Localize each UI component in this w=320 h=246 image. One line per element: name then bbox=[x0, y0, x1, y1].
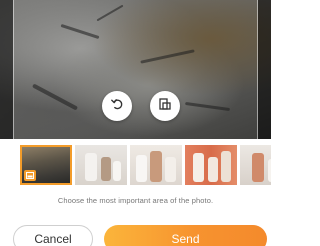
thumbnail-strip[interactable] bbox=[20, 145, 271, 185]
aspect-ratio-button[interactable] bbox=[150, 91, 180, 121]
photo-crop-area[interactable] bbox=[0, 0, 271, 139]
cancel-button[interactable]: Cancel bbox=[13, 225, 93, 246]
rotate-left-icon bbox=[110, 97, 124, 116]
crop-shade-left bbox=[0, 0, 13, 139]
thumbnail-rock-landscape[interactable] bbox=[20, 145, 72, 185]
person-figure bbox=[101, 157, 111, 181]
screen: Choose the most important area of the ph… bbox=[0, 0, 271, 246]
person-figure bbox=[193, 153, 204, 182]
send-button[interactable]: Send bbox=[104, 225, 267, 246]
aspect-ratio-icon bbox=[158, 97, 172, 116]
thumbnail-people-photo-4[interactable] bbox=[240, 145, 271, 185]
person-figure bbox=[208, 157, 218, 182]
thumbnail-people-photo-1[interactable] bbox=[75, 145, 127, 185]
person-figure bbox=[268, 159, 271, 182]
rotate-button[interactable] bbox=[102, 91, 132, 121]
person-figure bbox=[165, 157, 176, 182]
person-figure bbox=[221, 151, 231, 182]
person-figure bbox=[85, 153, 97, 181]
thumbnail-people-photo-3[interactable] bbox=[185, 145, 237, 185]
person-figure bbox=[136, 155, 147, 182]
image-badge-icon bbox=[24, 170, 36, 181]
person-figure bbox=[252, 153, 264, 182]
crop-frame[interactable] bbox=[13, 0, 258, 139]
person-figure bbox=[113, 161, 121, 181]
crop-shade-right bbox=[258, 0, 271, 139]
thumbnail-people-photo-2[interactable] bbox=[130, 145, 182, 185]
person-figure bbox=[150, 151, 162, 182]
crop-hint-text: Choose the most important area of the ph… bbox=[57, 196, 214, 205]
